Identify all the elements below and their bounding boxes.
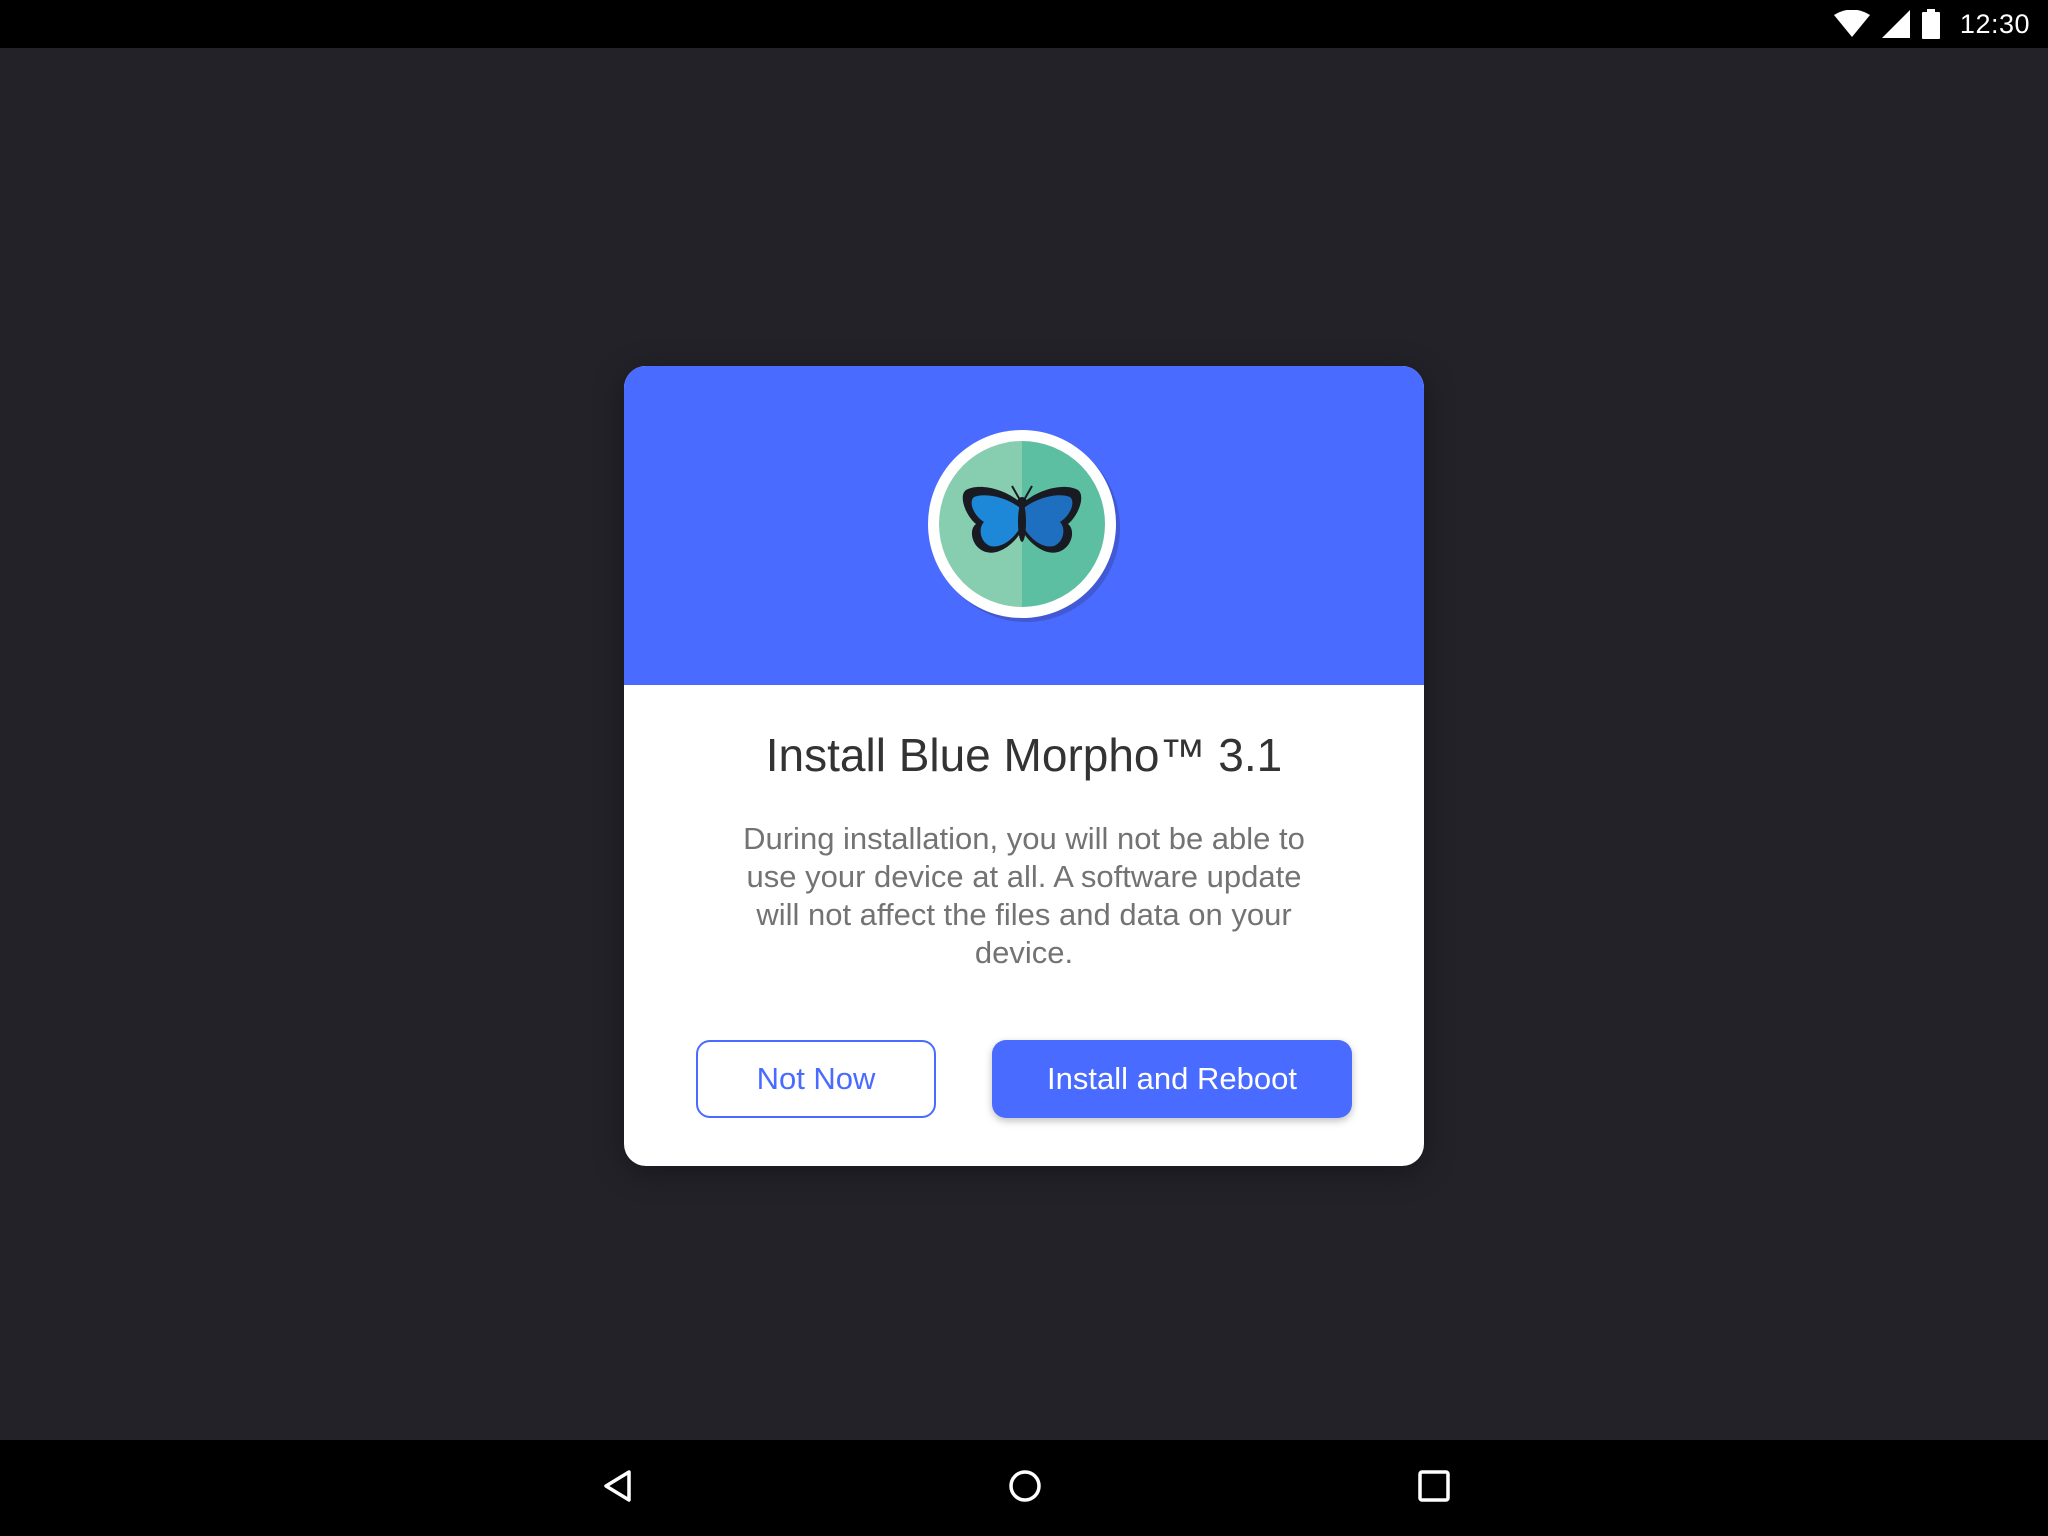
recents-icon [1417,1469,1451,1508]
dialog-header [624,366,1424,685]
navigation-bar [0,1440,2048,1536]
status-icons: 12:30 [1833,0,2030,48]
home-icon [1008,1469,1042,1508]
home-button[interactable] [995,1458,1055,1518]
dialog-message: During installation, you will not be abl… [743,821,1305,970]
signal-icon [1881,10,1910,38]
not-now-button[interactable]: Not Now [696,1040,936,1118]
butterfly-icon [928,430,1120,622]
back-button[interactable] [588,1458,648,1518]
wifi-icon [1833,10,1870,38]
status-bar: 12:30 [0,0,2048,48]
battery-icon [1921,9,1940,39]
back-icon [601,1469,635,1508]
install-dialog: Install Blue Morpho™ 3.1 During installa… [624,366,1424,1166]
dialog-title: Install Blue Morpho™ 3.1 [765,729,1283,781]
install-and-reboot-button[interactable]: Install and Reboot [992,1040,1352,1118]
recents-button[interactable] [1404,1458,1464,1518]
status-time: 12:30 [1959,8,2030,39]
screen: 12:30 Install Blue Morpho™ 3.1 During in… [0,0,2048,1536]
